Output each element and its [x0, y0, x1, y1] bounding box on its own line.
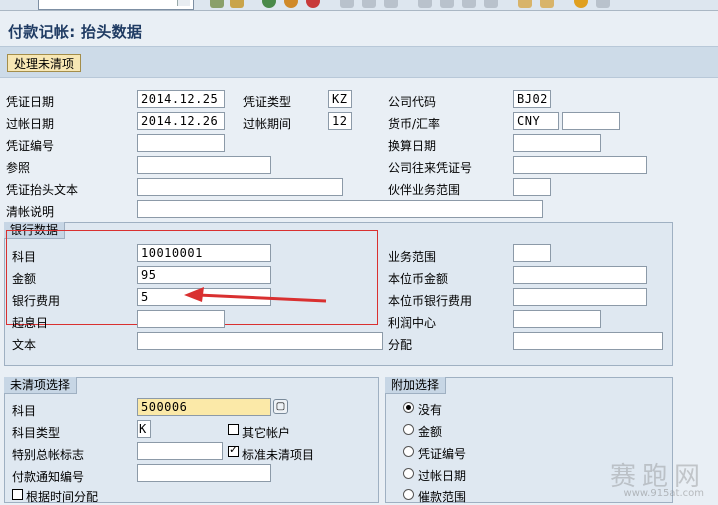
doc-no-field[interactable]: [137, 134, 225, 152]
next-page-icon[interactable]: [462, 0, 476, 8]
reference-label: 参照: [6, 161, 31, 175]
bank-charges-label: 银行费用: [12, 294, 61, 308]
special-gl-field[interactable]: [137, 442, 223, 460]
first-page-icon[interactable]: [418, 0, 432, 8]
exit-icon[interactable]: [284, 0, 298, 8]
period-label: 过帐期间: [243, 117, 292, 131]
new-session-icon[interactable]: [518, 0, 532, 8]
company-code-label: 公司代码: [388, 95, 437, 109]
lc-amount-label: 本位币金额: [388, 272, 449, 286]
doc-no-label: 凭证编号: [6, 139, 55, 153]
account-type-field[interactable]: K: [137, 420, 151, 438]
assignment-label: 分配: [388, 338, 413, 352]
radio-posting-date[interactable]: [403, 468, 414, 479]
annotation-arrow: [184, 287, 327, 303]
account-type-label: 科目类型: [12, 426, 61, 440]
value-help-icon[interactable]: ▢: [273, 399, 288, 414]
header-text-label: 凭证抬头文本: [6, 183, 79, 197]
exchange-rate-field[interactable]: [562, 112, 620, 130]
currency-field[interactable]: CNY: [513, 112, 559, 130]
previous-page-icon[interactable]: [440, 0, 454, 8]
radio-amount-label: 金额: [418, 425, 443, 439]
lc-amount-field[interactable]: [513, 266, 647, 284]
radio-dunning-area-label: 催款范围: [418, 490, 467, 504]
value-date-label: 起息日: [12, 316, 49, 330]
enter-icon[interactable]: [210, 0, 224, 8]
application-toolbar: [0, 46, 718, 78]
oi-account-field[interactable]: 500006: [137, 398, 271, 416]
translation-date-label: 换算日期: [388, 139, 437, 153]
assignment-field[interactable]: [513, 332, 663, 350]
doc-date-field[interactable]: 2014.12.25: [137, 90, 225, 108]
process-open-items-button[interactable]: 处理未清项: [7, 54, 82, 72]
other-accounts-label: 其它帐户: [242, 426, 291, 440]
profit-center-field[interactable]: [513, 310, 601, 328]
business-area-field[interactable]: [513, 244, 551, 262]
payment-advice-label: 付款通知编号: [12, 470, 85, 484]
bank-text-field[interactable]: [137, 332, 383, 350]
distribute-by-age-checkbox[interactable]: [12, 489, 23, 500]
page-title: 付款记帐: 抬头数据: [8, 23, 143, 41]
period-field[interactable]: 12: [328, 112, 352, 130]
shortcut-icon[interactable]: [540, 0, 554, 8]
clearing-text-label: 清帐说明: [6, 205, 55, 219]
radio-none-label: 没有: [418, 403, 443, 417]
company-code-field[interactable]: BJ02: [513, 90, 551, 108]
business-area-label: 业务范围: [388, 250, 437, 264]
radio-doc-number-label: 凭证编号: [418, 447, 467, 461]
save-icon[interactable]: [230, 0, 244, 8]
additional-selections-title: 附加选择: [385, 377, 447, 394]
standard-oi-label: 标准未清项目: [242, 448, 315, 462]
reference-field[interactable]: [137, 156, 271, 174]
value-date-field[interactable]: [137, 310, 225, 328]
radio-doc-number[interactable]: [403, 446, 414, 457]
bank-account-field[interactable]: 10010001: [137, 244, 271, 262]
cancel-icon[interactable]: [306, 0, 320, 8]
radio-amount[interactable]: [403, 424, 414, 435]
header-text-field[interactable]: [137, 178, 343, 196]
currency-label: 货币/汇率: [388, 117, 441, 131]
intercompany-label: 公司往来凭证号: [388, 161, 473, 175]
doc-type-field[interactable]: KZ: [328, 90, 352, 108]
clearing-text-field[interactable]: [137, 200, 543, 218]
posting-date-field[interactable]: 2014.12.26: [137, 112, 225, 130]
command-dropdown-button[interactable]: [177, 0, 190, 6]
trading-partner-field[interactable]: [513, 178, 551, 196]
help-icon[interactable]: [574, 0, 588, 8]
find-icon[interactable]: [362, 0, 376, 8]
intercompany-field[interactable]: [513, 156, 647, 174]
distribute-by-age-label: 根据时间分配: [26, 490, 99, 504]
lc-bank-charges-field[interactable]: [513, 288, 647, 306]
watermark-url: www.915at.com: [623, 488, 704, 499]
last-page-icon[interactable]: [484, 0, 498, 8]
trading-partner-label: 伙伴业务范围: [388, 183, 461, 197]
open-item-selection-title: 未清项选择: [4, 377, 78, 394]
radio-posting-date-label: 过帐日期: [418, 469, 467, 483]
find-next-icon[interactable]: [384, 0, 398, 8]
amount-label: 金额: [12, 272, 37, 286]
back-icon[interactable]: [262, 0, 276, 8]
lc-bank-charges-label: 本位币银行费用: [388, 294, 473, 308]
profit-center-label: 利润中心: [388, 316, 437, 330]
standard-oi-checkbox[interactable]: [228, 443, 239, 457]
print-icon[interactable]: [340, 0, 354, 8]
radio-dunning-area[interactable]: [403, 489, 414, 500]
radio-none[interactable]: [403, 402, 414, 413]
command-field[interactable]: [38, 0, 194, 10]
payment-advice-field[interactable]: [137, 464, 271, 482]
bank-text-label: 文本: [12, 338, 37, 352]
system-toolbar: [0, 0, 718, 11]
translation-date-field[interactable]: [513, 134, 601, 152]
bank-account-label: 科目: [12, 250, 37, 264]
special-gl-label: 特别总帐标志: [12, 448, 85, 462]
layout-menu-icon[interactable]: [596, 0, 610, 8]
doc-type-label: 凭证类型: [243, 95, 292, 109]
posting-date-label: 过帐日期: [6, 117, 55, 131]
oi-account-label: 科目: [12, 404, 37, 418]
amount-field[interactable]: 95: [137, 266, 271, 284]
other-accounts-checkbox[interactable]: [228, 424, 239, 435]
doc-date-label: 凭证日期: [6, 95, 55, 109]
